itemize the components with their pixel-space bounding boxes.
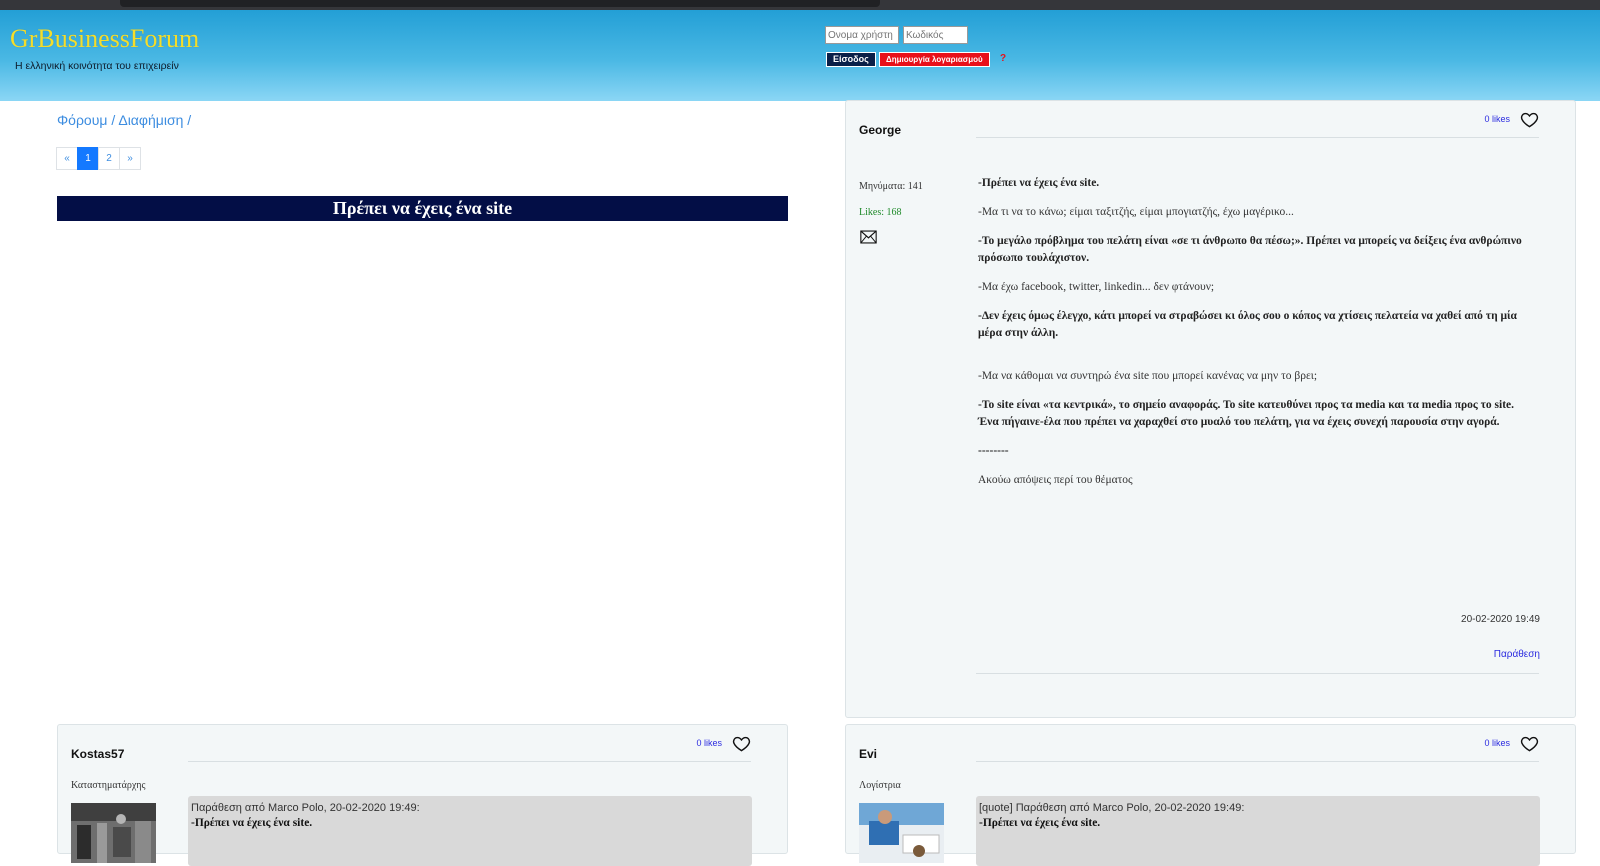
quote-text: -Πρέπει να έχεις ένα site. xyxy=(979,817,1101,829)
page-prev[interactable]: « xyxy=(56,147,78,170)
post-paragraph: -Μα να κάθομαι να συντηρώ ένα site που μ… xyxy=(978,370,1318,382)
post-paragraph: -------- xyxy=(978,445,1009,457)
envelope-icon[interactable] xyxy=(860,230,877,244)
topic-title: Πρέπει να έχεις ένα site xyxy=(57,196,788,221)
site-tagline: Η ελληνική κοινότητα του επιχειρείν xyxy=(15,60,179,72)
post-paragraph: -Πρέπει να έχεις ένα site. xyxy=(978,177,1100,189)
post-paragraph: -Δεν έχεις όμως έλεγχο, κάτι μπορεί να σ… xyxy=(978,310,1517,339)
post-footer-divider xyxy=(976,673,1539,674)
author-message-count: Μηνύματα: 141 xyxy=(859,181,923,192)
post-paragraph: -Το site είναι «τα κεντρικά», το σημείο … xyxy=(978,399,1515,428)
post-reply-kostas: Kostas57 0 likes Καταστηματάρχης Παράθεσ… xyxy=(57,724,788,866)
page-next[interactable]: » xyxy=(119,147,141,170)
post-reply-evi: Evi 0 likes Λογίστρια [quote] Παράθεση α… xyxy=(845,724,1576,866)
post-author[interactable]: George xyxy=(859,123,901,137)
post-author[interactable]: Kostas57 xyxy=(71,747,124,761)
post-header-divider xyxy=(976,761,1539,762)
browser-toolbar xyxy=(0,0,1600,10)
avatar-image xyxy=(859,803,944,863)
breadcrumb-forum[interactable]: Φόρουμ xyxy=(57,112,107,128)
heart-icon[interactable] xyxy=(1520,734,1539,753)
post-likes-count: 0 likes xyxy=(1484,738,1510,748)
heart-icon[interactable] xyxy=(732,734,751,753)
author-likes-count: Likes: 168 xyxy=(859,207,902,218)
site-header: GrBusinessForum Η ελληνική κοινότητα του… xyxy=(0,10,1600,101)
post-body: -Πρέπει να έχεις ένα site. -Μα τι να το … xyxy=(978,175,1536,501)
page-2[interactable]: 2 xyxy=(98,147,120,170)
breadcrumb-separator: / xyxy=(111,112,116,128)
post-header-divider xyxy=(976,137,1539,138)
post-date: 20-02-2020 19:49 xyxy=(1461,614,1540,625)
quote-button[interactable]: Παράθεση xyxy=(1494,649,1540,660)
page-1[interactable]: 1 xyxy=(77,147,99,170)
login-button[interactable]: Είσοδος xyxy=(826,52,876,67)
post-paragraph: Ακούω απόψεις περί του θέματος xyxy=(978,474,1133,486)
breadcrumb-advertising[interactable]: Διαφήμιση xyxy=(118,112,183,128)
breadcrumb: Φόρουμ / Διαφήμιση / xyxy=(57,112,191,128)
register-button[interactable]: Δημιουργία λογαριασμού xyxy=(879,52,990,67)
avatar[interactable] xyxy=(71,803,156,863)
quote-block: [quote] Παράθεση από Marco Polo, 20-02-2… xyxy=(976,796,1540,866)
avatar[interactable] xyxy=(859,803,944,863)
post-paragraph: -Το μεγάλο πρόβλημα του πελάτη είναι «σε… xyxy=(978,235,1522,264)
post-main: George 0 likes Μηνύματα: 141 Likes: 168 … xyxy=(845,100,1576,718)
site-title[interactable]: GrBusinessForum xyxy=(10,24,199,54)
pagination: « 1 2 » xyxy=(56,147,141,170)
post-author[interactable]: Evi xyxy=(859,747,877,761)
browser-url-bar[interactable] xyxy=(120,0,880,7)
quote-text: -Πρέπει να έχεις ένα site. xyxy=(191,817,313,829)
author-role: Λογίστρια xyxy=(859,780,901,791)
password-input[interactable] xyxy=(903,26,968,44)
avatar-image xyxy=(71,803,156,863)
post-header-divider xyxy=(188,761,751,762)
quote-block: Παράθεση από Marco Polo, 20-02-2020 19:4… xyxy=(188,796,752,866)
post-paragraph: -Μα τι να το κάνω; είμαι ταξιτζής, είμαι… xyxy=(978,206,1294,218)
username-input[interactable] xyxy=(825,26,899,44)
post-likes-count: 0 likes xyxy=(1484,114,1510,124)
quote-header: [quote] Παράθεση από Marco Polo, 20-02-2… xyxy=(979,802,1245,814)
post-paragraph: -Μα έχω facebook, twitter, linkedin... δ… xyxy=(978,281,1215,293)
post-likes-count: 0 likes xyxy=(696,738,722,748)
help-icon[interactable]: ? xyxy=(1000,53,1006,64)
heart-icon[interactable] xyxy=(1520,110,1539,129)
breadcrumb-separator: / xyxy=(187,112,192,128)
author-role: Καταστηματάρχης xyxy=(71,780,146,791)
quote-header: Παράθεση από Marco Polo, 20-02-2020 19:4… xyxy=(191,802,420,814)
